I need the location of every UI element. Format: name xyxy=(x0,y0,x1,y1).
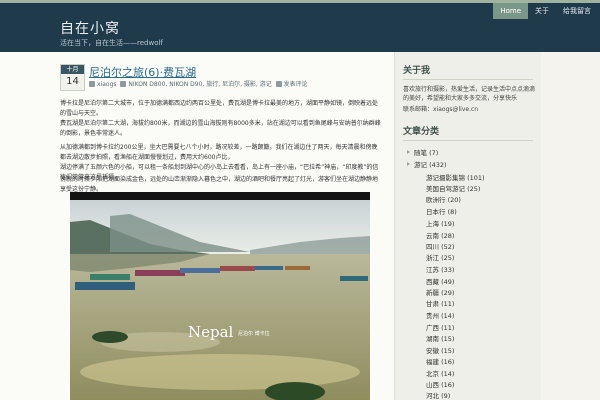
site-title[interactable]: 自在小窝 xyxy=(60,18,120,38)
post-title[interactable]: 尼泊尔之旅(6)·费瓦湖 xyxy=(89,64,196,80)
category-item[interactable]: 浙江 (25) xyxy=(426,252,454,262)
sidebar: 关于我 喜欢旅行和摄影，热爱生活，记录生活中点点滴滴的美好，希望能和大家多多交流… xyxy=(394,52,541,400)
post-paragraph: 从加德满都到博卡拉约200公里，坐大巴需要七八个小时，路况较差，一路颠簸。我们在… xyxy=(60,144,378,161)
post-date-month: 十月 xyxy=(61,65,84,74)
main-nav: Home 关于 给我留言 xyxy=(493,3,598,19)
nav-home[interactable]: Home xyxy=(493,3,528,19)
category-item[interactable]: 四川 (52) xyxy=(426,241,454,251)
nav-guestbook[interactable]: 给我留言 xyxy=(556,3,598,19)
divider xyxy=(403,79,533,80)
sidebar-about-text: 喜欢旅行和摄影，热爱生活，记录生活中点点滴滴的美好，希望能和大家多多交流，分享快… xyxy=(403,86,536,102)
category-item[interactable]: 美国自驾游记 (25) xyxy=(426,183,480,193)
post-comments-link[interactable]: 发表评论 xyxy=(284,81,308,88)
sidebar-categories-heading: 文章分类 xyxy=(403,127,440,137)
post-tags[interactable]: NIKON D800, NIKON D90, 旅行, 尼泊尔, 摄影, 游记 xyxy=(128,81,271,88)
category-item[interactable]: 安徽 (15) xyxy=(426,345,454,355)
main-content: 十月 14 尼泊尔之旅(6)·费瓦湖 xiaogs NIKON D800, NI… xyxy=(0,52,394,400)
category-item[interactable]: 山西 (16) xyxy=(426,379,454,389)
category-item[interactable]: 云南 (28) xyxy=(426,230,454,240)
post-date-badge: 十月 14 xyxy=(60,64,85,91)
category-item[interactable]: 广西 (11) xyxy=(426,322,454,332)
site-description: 活在当下，自在生活——redwolf xyxy=(60,39,163,47)
sidebar-contact-email[interactable]: 联系邮箱：xiaogs@live.cn xyxy=(403,105,538,114)
photo-watermark-sub: 尼泊尔 博卡拉 xyxy=(238,330,270,337)
category-item[interactable]: 江苏 (33) xyxy=(426,264,454,274)
page-margin xyxy=(541,52,600,400)
author-icon xyxy=(89,81,95,87)
post-date-day: 14 xyxy=(66,76,79,87)
category-item[interactable]: 甘肃 (11) xyxy=(426,298,454,308)
post-paragraph: 费瓦湖是尼泊尔第二大湖，海拔约800米，而湖边的雪山海拔则有8000多米，站在湖… xyxy=(60,120,381,137)
site-header: 自在小窝 活在当下，自在生活——redwolf Home 关于 给我留言 xyxy=(0,3,600,52)
category-item[interactable]: 日本行 (8) xyxy=(426,206,457,216)
divider xyxy=(403,140,533,141)
bullet-icon xyxy=(407,162,410,166)
category-item[interactable]: 河北 (9) xyxy=(426,390,450,400)
category-item[interactable]: 福建 (16) xyxy=(426,356,454,366)
post-author[interactable]: xiaogs xyxy=(97,81,117,88)
post-photo-lake-boats[interactable]: Nepal 尼泊尔 博卡拉 xyxy=(70,192,370,400)
sidebar-about-heading: 关于我 xyxy=(403,66,431,76)
category-item[interactable]: 随笔 (7) xyxy=(407,147,438,157)
category-item[interactable]: 游记 (432) xyxy=(407,159,447,169)
nav-about[interactable]: 关于 xyxy=(528,3,556,19)
category-item[interactable]: 湖南 (15) xyxy=(426,333,454,343)
bullet-icon xyxy=(407,150,410,154)
category-item[interactable]: 游记摄影集锦 (101) xyxy=(426,172,485,182)
category-item[interactable]: 北京 (14) xyxy=(426,368,454,378)
category-item[interactable]: 西藏 (49) xyxy=(426,276,454,286)
category-item[interactable]: 欧洲行 (20) xyxy=(426,194,461,204)
category-item[interactable]: 上海 (19) xyxy=(426,218,454,228)
category-item[interactable]: 新疆 (29) xyxy=(426,287,454,297)
category-item[interactable]: 贵州 (14) xyxy=(426,310,454,320)
post-meta: xiaogs NIKON D800, NIKON D90, 旅行, 尼泊尔, 摄… xyxy=(89,79,308,88)
camera-icon xyxy=(120,81,127,87)
comment-icon xyxy=(275,81,282,87)
post-paragraph: 博卡拉是尼泊尔第二大城市，位于加德满都西边约两百公里处，费瓦湖是博卡拉最美的地方… xyxy=(60,100,379,117)
lake-photo-illustration: Nepal 尼泊尔 博卡拉 xyxy=(70,192,370,400)
photo-watermark: Nepal xyxy=(188,323,234,341)
